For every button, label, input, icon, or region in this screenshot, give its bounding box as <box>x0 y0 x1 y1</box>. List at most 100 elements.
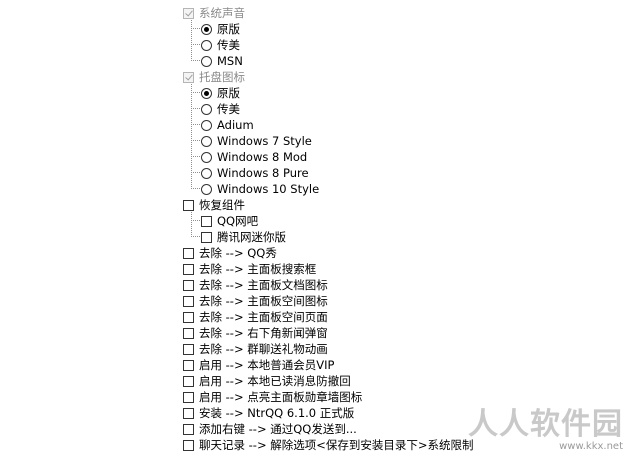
tweak-item-label: 安装 --> NtrQQ 6.1.0 正式版 <box>199 406 355 420</box>
tweak-item[interactable]: 去除 --> 主面板空间图标 <box>183 293 328 309</box>
watermark-brand: 人人软件园 <box>468 407 623 442</box>
tree-line <box>191 108 200 109</box>
tree-line <box>191 92 200 93</box>
tree-line <box>191 20 192 61</box>
tray-icon-group-checkbox[interactable] <box>183 71 194 83</box>
options-tree: 系统声音 原版 传美 MSN 托盘图标 原版 传美 Adium Windows … <box>0 0 631 458</box>
tweak-item[interactable]: 去除 --> 主面板文档图标 <box>183 277 328 293</box>
tray-icon-option[interactable]: Windows 8 Mod <box>201 149 307 165</box>
sound-option-label: 原版 <box>217 22 240 36</box>
tree-line <box>191 124 200 125</box>
restore-group-label: 恢复组件 <box>199 198 245 212</box>
tweak-item-checkbox[interactable] <box>183 423 194 435</box>
tweak-item[interactable]: 启用 --> 点亮主面板勋章墙图标 <box>183 389 362 405</box>
tweak-item-label: 启用 --> 本地普通会员VIP <box>199 358 335 372</box>
tweak-item[interactable]: 去除 --> 右下角新闻弹窗 <box>183 325 328 341</box>
sound-group-checkbox[interactable] <box>183 7 194 19</box>
tweak-item[interactable]: 启用 --> 本地普通会员VIP <box>183 357 334 373</box>
tweak-item-label: 去除 --> 主面板空间页面 <box>199 310 328 324</box>
restore-option[interactable]: 腾讯网迷你版 <box>201 229 286 245</box>
tweak-item[interactable]: 启用 --> 本地已读消息防撤回 <box>183 373 351 389</box>
tray-icon-option[interactable]: 传美 <box>201 101 240 117</box>
watermark-url: www.kkx.net <box>559 441 623 452</box>
watermark: 人人软件园 www.kkx.net <box>468 407 623 453</box>
tree-line <box>191 60 200 61</box>
tray-icon-group-label: 托盘图标 <box>199 70 245 84</box>
tweak-item-label: 启用 --> 点亮主面板勋章墙图标 <box>199 390 363 404</box>
sound-option[interactable]: 传美 <box>201 37 240 53</box>
tray-icon-option-label: Windows 10 Style <box>217 182 320 196</box>
tree-line <box>191 84 192 189</box>
sound-option-radio[interactable] <box>201 23 212 35</box>
tweak-item-checkbox[interactable] <box>183 343 194 355</box>
sound-group[interactable]: 系统声音 <box>183 5 245 21</box>
restore-group-checkbox[interactable] <box>183 199 194 211</box>
tray-icon-option[interactable]: 原版 <box>201 85 240 101</box>
tree-line <box>191 220 200 221</box>
tray-icon-option-radio[interactable] <box>201 183 212 195</box>
tray-icon-option-radio[interactable] <box>201 151 212 163</box>
tweak-item-checkbox[interactable] <box>183 295 194 307</box>
sound-option-label: MSN <box>217 54 243 68</box>
tray-icon-option-label: Adium <box>217 118 254 132</box>
tweak-item-label: 去除 --> 群聊送礼物动画 <box>199 342 328 356</box>
tray-icon-option[interactable]: Windows 8 Pure <box>201 165 309 181</box>
tray-icon-option-label: 传美 <box>217 102 240 116</box>
restore-option-label: QQ网吧 <box>217 214 259 228</box>
tweak-item[interactable]: 添加右键 --> 通过QQ发送到... <box>183 421 357 437</box>
tree-line <box>191 28 200 29</box>
tweak-item[interactable]: 去除 --> QQ秀 <box>183 245 277 261</box>
tweak-item[interactable]: 安装 --> NtrQQ 6.1.0 正式版 <box>183 405 354 421</box>
tray-icon-option-label: Windows 8 Pure <box>217 166 309 180</box>
sound-option-radio[interactable] <box>201 39 212 51</box>
sound-option[interactable]: MSN <box>201 53 243 69</box>
restore-option-checkbox[interactable] <box>201 215 212 227</box>
restore-option[interactable]: QQ网吧 <box>201 213 258 229</box>
tweak-item-label: 去除 --> 主面板空间图标 <box>199 294 328 308</box>
sound-option-label: 传美 <box>217 38 240 52</box>
sound-option-radio[interactable] <box>201 55 212 67</box>
tweak-item-checkbox[interactable] <box>183 359 194 371</box>
tweak-item-label: 去除 --> 右下角新闻弹窗 <box>199 326 328 340</box>
tweak-item[interactable]: 去除 --> 主面板空间页面 <box>183 309 328 325</box>
tree-line <box>191 212 192 237</box>
tweak-item-checkbox[interactable] <box>183 279 194 291</box>
tray-icon-option[interactable]: Windows 10 Style <box>201 181 319 197</box>
tweak-item-label: 聊天记录 --> 解除选项<保存到安装目录下>系统限制 <box>199 438 474 452</box>
tweak-item-checkbox[interactable] <box>183 311 194 323</box>
tweak-item-checkbox[interactable] <box>183 247 194 259</box>
tweak-item-checkbox[interactable] <box>183 407 194 419</box>
tray-icon-group[interactable]: 托盘图标 <box>183 69 245 85</box>
tweak-item-label: 添加右键 --> 通过QQ发送到... <box>199 422 357 436</box>
tweak-item-checkbox[interactable] <box>183 391 194 403</box>
tray-icon-option[interactable]: Windows 7 Style <box>201 133 312 149</box>
tweak-item-checkbox[interactable] <box>183 439 194 451</box>
tree-line <box>191 156 200 157</box>
tree-line <box>191 140 200 141</box>
tree-line <box>191 236 200 237</box>
tray-icon-option-radio[interactable] <box>201 119 212 131</box>
tweak-item-checkbox[interactable] <box>183 327 194 339</box>
tweak-item[interactable]: 去除 --> 群聊送礼物动画 <box>183 341 328 357</box>
tray-icon-option[interactable]: Adium <box>201 117 254 133</box>
sound-option[interactable]: 原版 <box>201 21 240 37</box>
tweak-item-label: 启用 --> 本地已读消息防撤回 <box>199 374 351 388</box>
restore-group[interactable]: 恢复组件 <box>183 197 245 213</box>
tray-icon-option-radio[interactable] <box>201 167 212 179</box>
tweak-item-checkbox[interactable] <box>183 375 194 387</box>
tray-icon-option-label: Windows 7 Style <box>217 134 312 148</box>
tree-line <box>191 44 200 45</box>
restore-option-label: 腾讯网迷你版 <box>217 230 286 244</box>
tweak-item-label: 去除 --> QQ秀 <box>199 246 277 260</box>
tray-icon-option-radio[interactable] <box>201 135 212 147</box>
sound-group-label: 系统声音 <box>199 6 245 20</box>
tray-icon-option-radio[interactable] <box>201 103 212 115</box>
tray-icon-option-radio[interactable] <box>201 87 212 99</box>
tweak-item-checkbox[interactable] <box>183 263 194 275</box>
tweak-item[interactable]: 聊天记录 --> 解除选项<保存到安装目录下>系统限制 <box>183 437 474 453</box>
tray-icon-option-label: Windows 8 Mod <box>217 150 308 164</box>
tweak-item[interactable]: 去除 --> 主面板搜索框 <box>183 261 316 277</box>
tweak-item-label: 去除 --> 主面板搜索框 <box>199 262 317 276</box>
restore-option-checkbox[interactable] <box>201 231 212 243</box>
tray-icon-option-label: 原版 <box>217 86 240 100</box>
